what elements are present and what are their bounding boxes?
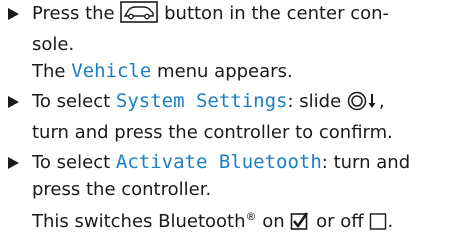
- step-3-note-b: on: [262, 211, 285, 232]
- vehicle-menu-term: Vehicle: [71, 60, 152, 82]
- step-2-text-d: turn and press the controller to confirm…: [32, 122, 393, 143]
- bullet-triangle-icon: [8, 8, 19, 20]
- step-3-note-c: or off: [316, 211, 364, 232]
- step-3-note-a: This switches Bluetooth: [32, 211, 246, 232]
- system-settings-term: System Settings: [115, 90, 288, 112]
- instruction-list: Press the button in the center con- sole…: [0, 0, 464, 239]
- step-1-text-b: button in the center con-: [164, 3, 390, 24]
- controller-slide-down-icon: [347, 91, 379, 119]
- step-2-text-a: To select: [32, 91, 111, 112]
- checkbox-checked-icon: [290, 211, 310, 239]
- bullet-triangle-icon: [8, 96, 19, 108]
- activate-bluetooth-term: Activate Bluetooth: [115, 151, 322, 173]
- step-1-result-a: The: [32, 61, 66, 82]
- step-2-text-b: : slide: [287, 91, 342, 112]
- step-3: To select Activate Bluetooth: turn and p…: [6, 149, 464, 239]
- step-3-text-b: : turn and: [321, 152, 411, 173]
- car-button-icon: [120, 1, 159, 31]
- step-2-text-c: ,: [378, 91, 385, 112]
- step-1-text-c: sole.: [32, 34, 75, 55]
- step-1-text-a: Press the: [32, 3, 115, 24]
- step-1: Press the button in the center con- sole…: [6, 0, 464, 85]
- step-3-note-d: .: [387, 211, 394, 232]
- step-2: To select System Settings: slide , turn …: [6, 88, 464, 146]
- bullet-triangle-icon: [8, 157, 19, 169]
- step-1-result-b: menu appears.: [157, 61, 293, 82]
- step-3-text-c: press the controller.: [32, 179, 212, 200]
- step-3-text-a: To select: [32, 152, 111, 173]
- registered-mark: ®: [245, 210, 257, 223]
- checkbox-empty-icon: [369, 211, 387, 239]
